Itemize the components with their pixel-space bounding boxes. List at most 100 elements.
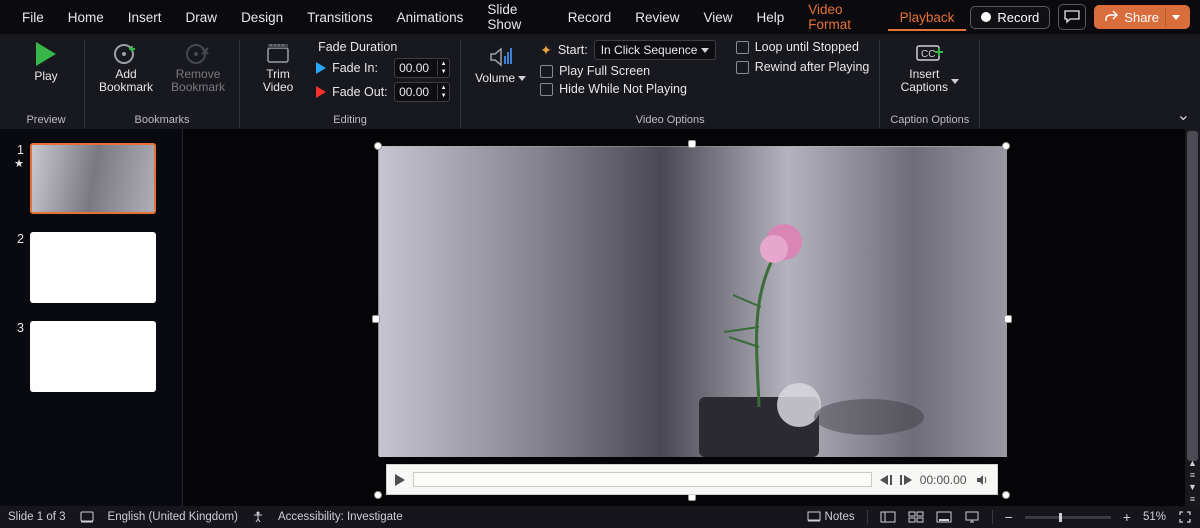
loop-label: Loop until Stopped (755, 40, 859, 54)
player-play-button[interactable] (395, 474, 405, 486)
thumb-row-2[interactable]: 2 (10, 232, 172, 303)
fade-in-spinner[interactable]: ▲▼ (394, 58, 450, 78)
rewind-row[interactable]: Rewind after Playing (736, 60, 870, 74)
handle-mr[interactable] (1004, 315, 1012, 323)
handle-tl[interactable] (374, 142, 382, 150)
play-button[interactable]: Play (18, 40, 74, 85)
tab-slideshow[interactable]: Slide Show (475, 0, 555, 38)
group-editing-label: Editing (333, 114, 367, 128)
scrollbar-nav: ▲ ≡ ▼ ≡ (1185, 459, 1200, 504)
tab-transitions[interactable]: Transitions (295, 4, 385, 31)
group-video-options-label: Video Options (636, 114, 705, 128)
hide-while-not-playing-row[interactable]: Hide While Not Playing (540, 82, 716, 96)
share-split-sep (1165, 8, 1166, 26)
language-icon (80, 511, 94, 523)
scrollbar-thumb[interactable] (1187, 131, 1198, 461)
play-full-screen-row[interactable]: Play Full Screen (540, 64, 716, 78)
trim-video-button[interactable]: Trim Video (250, 40, 306, 96)
tab-view[interactable]: View (691, 4, 744, 31)
player-seek-track[interactable] (413, 472, 872, 487)
handle-br[interactable] (1002, 491, 1010, 499)
zoom-in-button[interactable]: + (1123, 509, 1131, 525)
scroll-down-icon[interactable]: ▼ (1188, 483, 1197, 492)
start-select-value: In Click Sequence (601, 43, 698, 57)
record-button[interactable]: Record (970, 6, 1050, 29)
share-button[interactable]: Share (1094, 5, 1190, 29)
scroll-up-icon[interactable]: ▲ (1188, 459, 1197, 468)
play-full-screen-checkbox[interactable] (540, 65, 553, 78)
tab-draw[interactable]: Draw (174, 4, 230, 31)
view-reading-button[interactable] (936, 511, 952, 523)
tab-file[interactable]: File (10, 4, 56, 31)
volume-button[interactable]: Volume (471, 40, 530, 87)
thumb-1[interactable] (30, 143, 156, 214)
scroll-prev-icon[interactable]: ≡ (1190, 471, 1195, 480)
fade-out-spinner[interactable]: ▲▼ (394, 82, 450, 102)
insert-captions-icon: CC (914, 42, 946, 66)
start-row: ✦ Start: In Click Sequence (540, 40, 716, 60)
view-normal-button[interactable] (880, 511, 896, 523)
thumb-row-1[interactable]: 1 ★ (10, 143, 172, 214)
video-frame[interactable] (378, 146, 1006, 456)
tab-video-format[interactable]: Video Format (796, 0, 887, 38)
status-accessibility[interactable]: Accessibility: Investigate (278, 511, 403, 523)
zoom-out-button[interactable]: − (1005, 509, 1013, 525)
remove-bookmark-button[interactable]: Remove Bookmark (167, 40, 229, 96)
workspace: 1 ★ 2 3 (0, 129, 1200, 506)
loop-checkbox[interactable] (736, 41, 749, 54)
view-sorter-button[interactable] (908, 511, 924, 523)
tab-record[interactable]: Record (556, 4, 624, 31)
trim-video-icon (264, 42, 292, 66)
tab-help[interactable]: Help (745, 4, 797, 31)
play-label: Play (34, 70, 57, 83)
fade-in-input[interactable] (395, 59, 437, 77)
hide-while-not-playing-label: Hide While Not Playing (559, 82, 687, 96)
start-select[interactable]: In Click Sequence (594, 40, 716, 60)
tab-home[interactable]: Home (56, 4, 116, 31)
zoom-slider-thumb[interactable] (1059, 513, 1062, 522)
svg-text:CC: CC (921, 49, 935, 60)
group-bookmarks: Add Bookmark Remove Bookmark Bookmarks (85, 40, 240, 128)
zoom-percent[interactable]: 51% (1143, 511, 1166, 523)
add-bookmark-button[interactable]: Add Bookmark (95, 40, 157, 96)
status-slide[interactable]: Slide 1 of 3 (8, 511, 66, 523)
notes-button[interactable]: Notes (807, 511, 855, 523)
slide-thumbnails: 1 ★ 2 3 (0, 129, 183, 506)
tab-review[interactable]: Review (623, 4, 691, 31)
vertical-scrollbar[interactable]: ▲ ≡ ▼ ≡ (1185, 129, 1200, 506)
status-language[interactable]: English (United Kingdom) (108, 511, 238, 523)
view-slideshow-button[interactable] (964, 511, 980, 523)
tab-animations[interactable]: Animations (385, 4, 476, 31)
thumb-2[interactable] (30, 232, 156, 303)
share-label: Share (1124, 10, 1159, 25)
handle-bl[interactable] (374, 491, 382, 499)
slide-canvas[interactable]: 00:00.00 (183, 129, 1200, 506)
tab-insert[interactable]: Insert (116, 4, 174, 31)
player-skip-back[interactable] (880, 475, 892, 485)
handle-tr[interactable] (1002, 142, 1010, 150)
tab-playback[interactable]: Playback (888, 4, 967, 31)
thumb-number-3: 3 (10, 321, 24, 392)
tab-design[interactable]: Design (229, 4, 295, 31)
video-object[interactable]: 00:00.00 (378, 140, 1006, 495)
handle-tc[interactable] (688, 140, 696, 148)
loop-row[interactable]: Loop until Stopped (736, 40, 870, 54)
zoom-slider[interactable] (1025, 516, 1111, 519)
accessibility-icon (252, 511, 264, 523)
insert-captions-button[interactable]: CC Insert Captions (897, 40, 963, 96)
comments-button[interactable] (1058, 4, 1086, 30)
thumb-row-3[interactable]: 3 (10, 321, 172, 392)
group-preview-label: Preview (26, 114, 65, 128)
start-star-icon: ✦ (540, 43, 552, 57)
player-volume-button[interactable] (975, 473, 989, 487)
handle-ml[interactable] (372, 315, 380, 323)
ribbon-collapse-button[interactable]: ⌄ (1177, 105, 1190, 125)
player-skip-fwd[interactable] (900, 475, 912, 485)
notes-label: Notes (825, 511, 855, 523)
thumb-3[interactable] (30, 321, 156, 392)
fit-to-window-button[interactable] (1178, 510, 1192, 524)
scroll-next-icon[interactable]: ≡ (1190, 495, 1195, 504)
hide-while-not-playing-checkbox[interactable] (540, 83, 553, 96)
rewind-checkbox[interactable] (736, 61, 749, 74)
fade-out-input[interactable] (395, 83, 437, 101)
